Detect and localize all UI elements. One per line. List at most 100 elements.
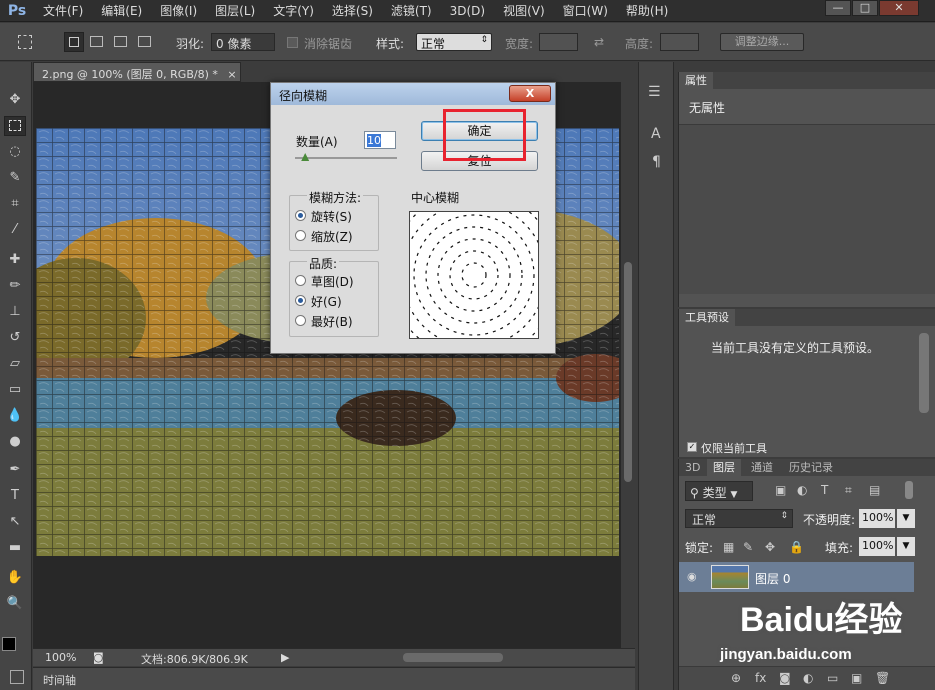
method-zoom-label[interactable]: 缩放(Z) bbox=[311, 228, 353, 245]
tab-history[interactable]: 历史记录 bbox=[783, 459, 839, 476]
presets-scroll-thumb[interactable] bbox=[919, 333, 929, 413]
quick-mask-icon[interactable] bbox=[10, 670, 24, 684]
eyedropper-tool-icon[interactable]: ⁄ bbox=[4, 220, 26, 240]
link-layers-icon[interactable]: ⊕ bbox=[731, 671, 741, 685]
gradient-tool-icon[interactable]: ▭ bbox=[4, 380, 26, 400]
type-tool-icon[interactable]: T bbox=[4, 486, 26, 506]
new-group-icon[interactable]: ▭ bbox=[827, 671, 838, 685]
restore-button[interactable]: □ bbox=[852, 0, 878, 16]
quality-good-radio[interactable] bbox=[295, 295, 306, 306]
opacity-input[interactable]: 100% bbox=[859, 509, 895, 528]
method-zoom-radio[interactable] bbox=[295, 230, 306, 241]
zoom-level[interactable]: 100% bbox=[45, 651, 76, 664]
blur-center-preview[interactable] bbox=[389, 190, 559, 360]
filter-pixel-icon[interactable]: ▣ bbox=[775, 483, 786, 497]
quality-best-label[interactable]: 最好(B) bbox=[311, 313, 353, 330]
history-brush-tool-icon[interactable]: ↺ bbox=[4, 328, 26, 348]
status-menu-arrow-icon[interactable]: ▶ bbox=[281, 651, 289, 664]
height-input[interactable] bbox=[660, 33, 699, 51]
canvas-vertical-scrollbar[interactable] bbox=[621, 82, 635, 648]
menu-select[interactable]: 选择(S) bbox=[323, 0, 382, 22]
tab-layers[interactable]: 图层 bbox=[707, 459, 741, 476]
quality-good-label[interactable]: 好(G) bbox=[311, 293, 342, 310]
subtract-selection-icon[interactable] bbox=[114, 36, 127, 47]
quality-draft-radio[interactable] bbox=[295, 275, 306, 286]
lock-transparency-icon[interactable]: ▦ bbox=[723, 540, 734, 554]
lock-all-icon[interactable]: 🔒 bbox=[789, 540, 804, 554]
visibility-eye-icon[interactable]: ◉ bbox=[687, 570, 697, 583]
amount-slider-track[interactable] bbox=[295, 157, 397, 159]
document-tab[interactable]: 2.png @ 100% (图层 0, RGB/8) * × bbox=[33, 62, 241, 82]
crop-tool-icon[interactable]: ⌗ bbox=[4, 194, 26, 214]
status-icon[interactable]: ◙ bbox=[93, 651, 104, 664]
method-spin-label[interactable]: 旋转(S) bbox=[311, 208, 352, 225]
menu-3d[interactable]: 3D(D) bbox=[441, 0, 494, 22]
menu-view[interactable]: 视图(V) bbox=[494, 0, 554, 22]
blend-mode-select[interactable]: 正常 ⇕ bbox=[685, 509, 793, 528]
foreground-color-swatch[interactable] bbox=[2, 637, 16, 651]
path-select-tool-icon[interactable]: ↖ bbox=[4, 512, 26, 532]
marquee-tool-icon[interactable] bbox=[4, 116, 26, 136]
new-selection-icon[interactable] bbox=[64, 32, 84, 52]
menu-layer[interactable]: 图层(L) bbox=[206, 0, 264, 22]
filter-type-icon[interactable]: T bbox=[821, 483, 828, 497]
delete-layer-icon[interactable]: 🗑 bbox=[875, 671, 890, 685]
pen-tool-icon[interactable]: ✒ bbox=[4, 460, 26, 480]
character-panel-icon[interactable]: A bbox=[651, 126, 661, 142]
marquee-preset-icon[interactable] bbox=[18, 35, 32, 49]
add-mask-icon[interactable]: ◙ bbox=[779, 671, 791, 685]
quick-select-tool-icon[interactable]: ✎ bbox=[4, 168, 26, 188]
current-tool-only-checkbox[interactable]: ✓ bbox=[687, 442, 697, 452]
horizontal-scroll-thumb[interactable] bbox=[403, 653, 503, 662]
tab-properties[interactable]: 属性 bbox=[679, 72, 713, 89]
lasso-tool-icon[interactable]: ◌ bbox=[4, 142, 26, 162]
method-spin-radio[interactable] bbox=[295, 210, 306, 221]
menu-edit[interactable]: 编辑(E) bbox=[92, 0, 151, 22]
close-tab-icon[interactable]: × bbox=[227, 68, 236, 81]
amount-input[interactable]: 10 bbox=[364, 131, 396, 149]
filter-toggle[interactable] bbox=[905, 481, 913, 499]
paragraph-panel-icon[interactable]: ¶ bbox=[652, 154, 661, 170]
dialog-close-button[interactable]: X bbox=[509, 85, 551, 102]
brush-tool-icon[interactable]: ✏ bbox=[4, 276, 26, 296]
menu-type[interactable]: 文字(Y) bbox=[264, 0, 323, 22]
lock-position-icon[interactable]: ✥ bbox=[765, 540, 775, 554]
quality-draft-label[interactable]: 草图(D) bbox=[311, 273, 354, 290]
healing-brush-tool-icon[interactable]: ✚ bbox=[4, 250, 26, 270]
menu-file[interactable]: 文件(F) bbox=[34, 0, 92, 22]
rectangle-tool-icon[interactable]: ▬ bbox=[4, 538, 26, 558]
intersect-selection-icon[interactable] bbox=[138, 36, 151, 47]
dodge-tool-icon[interactable]: ● bbox=[4, 432, 26, 452]
move-tool-icon[interactable]: ✥ bbox=[4, 90, 26, 110]
timeline-label[interactable]: 时间轴 bbox=[43, 672, 76, 688]
zoom-tool-icon[interactable]: 🔍 bbox=[4, 594, 26, 614]
hand-tool-icon[interactable]: ✋ bbox=[4, 568, 26, 588]
tab-channels[interactable]: 通道 bbox=[745, 459, 779, 476]
filter-adjustment-icon[interactable]: ◐ bbox=[797, 483, 807, 497]
minimize-button[interactable]: — bbox=[825, 0, 851, 16]
antialias-checkbox[interactable] bbox=[287, 37, 298, 48]
new-layer-icon[interactable]: ▣ bbox=[851, 671, 862, 685]
adjustment-layer-icon[interactable]: ◐ bbox=[803, 671, 813, 685]
history-panel-icon[interactable]: ☰ bbox=[648, 84, 661, 100]
filter-shape-icon[interactable]: ⌗ bbox=[845, 483, 852, 498]
layer-style-icon[interactable]: fx bbox=[755, 671, 766, 685]
menu-image[interactable]: 图像(I) bbox=[151, 0, 206, 22]
feather-input[interactable]: 0 像素 bbox=[211, 33, 275, 51]
vertical-scroll-thumb[interactable] bbox=[624, 262, 632, 482]
close-window-button[interactable]: ✕ bbox=[879, 0, 919, 16]
quality-best-radio[interactable] bbox=[295, 315, 306, 326]
refine-edge-button[interactable]: 调整边缘... bbox=[720, 33, 804, 51]
clone-stamp-tool-icon[interactable]: ⊥ bbox=[4, 302, 26, 322]
eraser-tool-icon[interactable]: ▱ bbox=[4, 354, 26, 374]
filter-smart-object-icon[interactable]: ▤ bbox=[869, 483, 880, 497]
menu-window[interactable]: 窗口(W) bbox=[554, 0, 617, 22]
fill-input[interactable]: 100% bbox=[859, 537, 895, 556]
fill-dropdown-icon[interactable]: ▼ bbox=[897, 537, 915, 556]
layer-filter-select[interactable]: ⚲ 类型 ▼ bbox=[685, 481, 753, 501]
style-select[interactable]: 正常 ⇕ bbox=[416, 33, 492, 51]
tab-tool-presets[interactable]: 工具预设 bbox=[679, 309, 735, 326]
add-selection-icon[interactable] bbox=[90, 36, 103, 47]
menu-help[interactable]: 帮助(H) bbox=[617, 0, 677, 22]
lock-pixels-icon[interactable]: ✎ bbox=[743, 540, 753, 554]
